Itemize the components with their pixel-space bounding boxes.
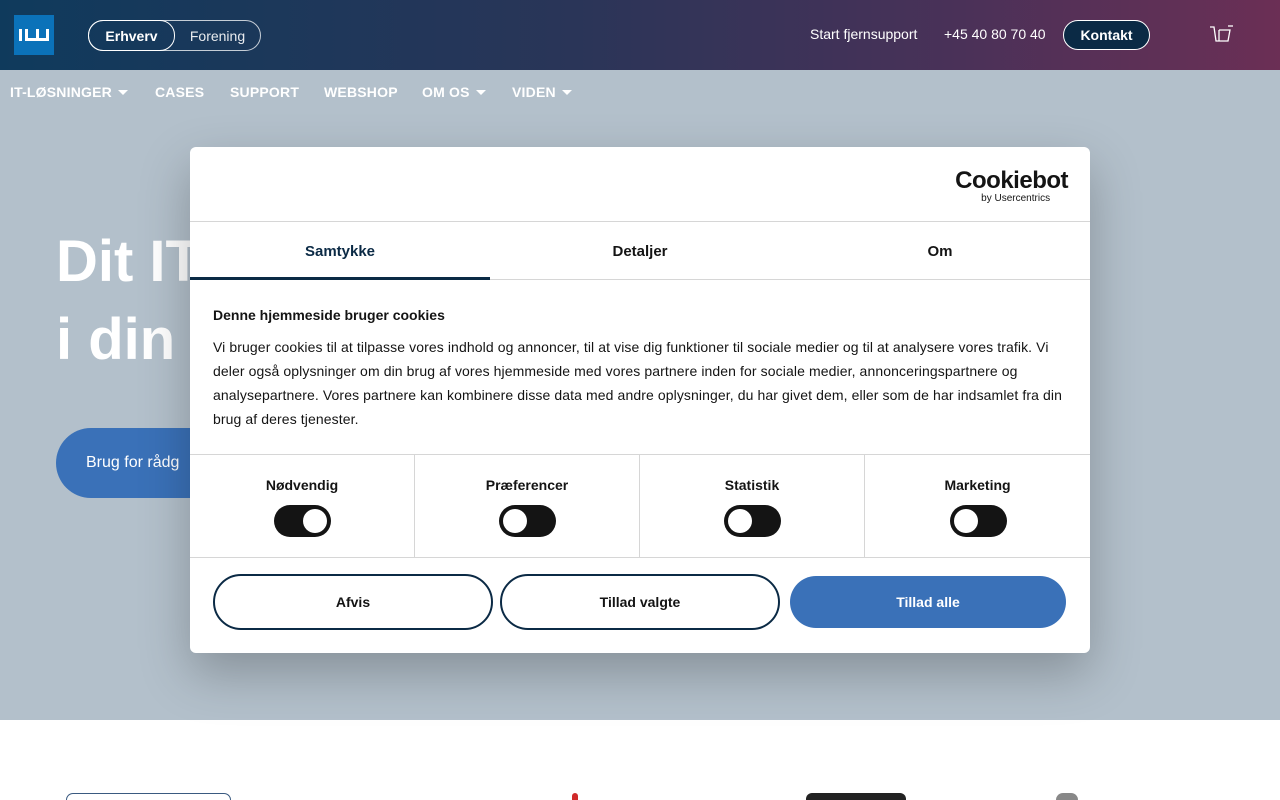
tab-samtykke[interactable]: Samtykke	[190, 222, 490, 280]
nav-item-it-losninger[interactable]: IT-LØSNINGER	[10, 84, 128, 100]
cookie-consent-dialog: Cookiebot by Usercentrics Samtykke Detal…	[190, 147, 1090, 653]
toggle-praeferencer[interactable]	[499, 505, 556, 537]
tab-detaljer[interactable]: Detaljer	[490, 222, 790, 280]
remote-support-link[interactable]: Start fjernsupport	[810, 26, 917, 42]
company-logo[interactable]	[14, 15, 54, 55]
toggle-marketing[interactable]	[949, 505, 1007, 537]
nav-label: OM OS	[422, 84, 470, 100]
partners-section	[0, 720, 1280, 800]
hero-heading-line1: Dit IT	[56, 229, 201, 294]
toggle-label: Marketing	[944, 477, 1011, 493]
cookiebot-brand-sub: by Usercentrics	[981, 193, 1051, 204]
audience-switch: Erhverv Forening	[88, 20, 261, 51]
reject-button[interactable]: Afvis	[213, 574, 493, 630]
toggle-cell-statistik: Statistik	[640, 455, 865, 558]
nav-item-webshop[interactable]: WEBSHOP	[324, 84, 398, 100]
toggle-knob	[303, 509, 327, 533]
dialog-actions: Afvis Tillad valgte Tillad alle	[190, 574, 1090, 630]
segment-erhverv[interactable]: Erhverv	[88, 20, 175, 51]
consent-toggles: Nødvendig Præferencer Statistik Marketin…	[190, 454, 1090, 558]
nav-item-viden[interactable]: VIDEN	[512, 84, 572, 100]
nav-label: IT-LØSNINGER	[10, 84, 112, 100]
dialog-tabs: Samtykke Detaljer Om	[190, 222, 1090, 280]
toggle-cell-marketing: Marketing	[865, 455, 1090, 558]
nav-label: CASES	[155, 84, 205, 100]
partner-logo	[806, 793, 906, 800]
contact-button[interactable]: Kontakt	[1063, 20, 1150, 50]
caret-down-icon	[117, 89, 128, 95]
allow-all-button[interactable]: Tillad alle	[790, 576, 1066, 628]
cookiebot-logo: Cookiebot by Usercentrics	[955, 169, 1068, 205]
tab-om[interactable]: Om	[790, 222, 1090, 280]
caret-down-icon	[561, 89, 572, 95]
nav-item-om-os[interactable]: OM OS	[422, 84, 486, 100]
toggle-knob	[953, 509, 978, 533]
top-header: Erhverv Forening Start fjernsupport +45 …	[0, 0, 1280, 70]
cookiebot-brand: Cookiebot	[955, 167, 1068, 194]
dialog-header: Cookiebot by Usercentrics	[190, 147, 1090, 222]
allow-selected-button[interactable]: Tillad valgte	[500, 574, 780, 630]
toggle-label: Præferencer	[485, 477, 569, 493]
toggle-cell-nodvendig: Nødvendig	[190, 455, 415, 558]
toggle-cell-praeferencer: Præferencer	[415, 455, 640, 558]
dialog-description: Vi bruger cookies til at tilpasse vores …	[213, 339, 1063, 427]
dialog-title: Denne hjemmeside bruger cookies	[213, 307, 445, 323]
toggle-knob	[503, 509, 527, 533]
partner-logo	[1056, 793, 1078, 800]
nav-label: VIDEN	[512, 84, 556, 100]
partner-logo	[572, 793, 578, 800]
toggle-nodvendig[interactable]	[274, 505, 331, 537]
nav-item-cases[interactable]: CASES	[155, 84, 204, 100]
toggle-label: Statistik	[724, 477, 780, 493]
toggle-knob	[728, 509, 752, 533]
phone-link[interactable]: +45 40 80 70 40	[944, 26, 1046, 42]
dialog-body: Denne hjemmeside bruger cookies Vi bruge…	[213, 307, 1073, 431]
toggle-label: Nødvendig	[265, 477, 339, 493]
partner-logo	[66, 793, 231, 800]
nav-label: SUPPORT	[230, 84, 300, 100]
nav-label: WEBSHOP	[324, 84, 398, 100]
caret-down-icon	[475, 89, 486, 95]
segment-forening[interactable]: Forening	[175, 21, 260, 50]
cart-icon[interactable]	[1209, 24, 1235, 51]
toggle-statistik[interactable]	[724, 505, 781, 537]
nav-item-support[interactable]: SUPPORT	[230, 84, 299, 100]
